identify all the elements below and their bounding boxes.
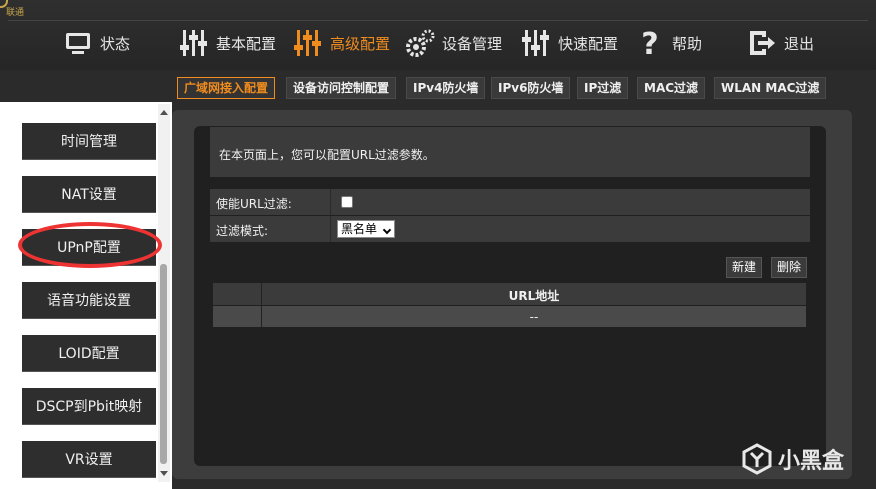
nav-quick-config-label: 快速配置 (558, 34, 619, 53)
scroll-thumb[interactable] (160, 264, 167, 464)
sliders-ad-icon (294, 30, 321, 56)
url-table-header: URL地址 (213, 283, 806, 305)
sidebar-item-vr[interactable]: VR设置 (22, 441, 156, 478)
filter-mode-select[interactable]: 黑名单 (337, 220, 395, 238)
filter-mode-row: 过滤模式: 黑名单 (210, 216, 810, 242)
sidebar-item-upnp[interactable]: UPnP配置 (22, 229, 156, 266)
table-row: -- (213, 306, 806, 327)
nav-quick-config[interactable]: 快速配置 (520, 24, 618, 62)
nav-logout-label: 退出 (784, 34, 815, 53)
nav-help-label: 帮助 (672, 34, 703, 53)
nav-logout[interactable]: 退出 (746, 24, 814, 62)
row-divider (330, 216, 331, 242)
sidebar-item-label: 时间管理 (61, 134, 117, 150)
svg-text:?: ? (641, 27, 658, 59)
sidebar-item-label: 语音功能设置 (47, 293, 131, 309)
tab-ipv4-firewall[interactable]: IPv4防火墙 (406, 77, 486, 99)
delete-button[interactable]: 删除 (771, 257, 808, 278)
tab-wan-access[interactable]: 广域网接入配置 (177, 77, 276, 99)
question-icon: ? (641, 27, 658, 59)
sidebar-item-nat[interactable]: NAT设置 (22, 176, 156, 213)
enable-url-filter-checkbox[interactable] (341, 196, 353, 208)
enable-url-filter-row: 使能URL过滤: (210, 189, 810, 215)
watermark: 小黑盒 (742, 441, 844, 477)
scroll-down-arrow-icon[interactable] (160, 471, 168, 476)
logout-icon (750, 31, 775, 55)
filter-mode-value: 黑名单 (341, 222, 378, 236)
gears-icon (406, 29, 435, 57)
tab-ip-filter[interactable]: IP过滤 (577, 77, 629, 99)
sliders-icon (180, 30, 207, 56)
tab-device-access-control[interactable]: 设备访问控制配置 (286, 77, 397, 99)
enable-url-filter-label: 使能URL过滤: (216, 197, 292, 211)
xiaoheihe-logo-icon (742, 443, 772, 475)
frame-divider (8, 20, 868, 21)
nav-status-label: 状态 (100, 34, 131, 53)
filter-mode-label: 过滤模式: (216, 224, 269, 238)
sidebar-item-loid[interactable]: LOID配置 (22, 335, 156, 372)
new-button[interactable]: 新建 (726, 257, 763, 278)
nav-basic-config-label: 基本配置 (216, 34, 277, 53)
sidebar-item-label: VR设置 (65, 452, 113, 468)
sidebar-item-label: NAT设置 (61, 187, 117, 203)
tab-mac-filter[interactable]: MAC过滤 (637, 77, 706, 99)
monitor-icon (66, 33, 90, 54)
sidebar-scrollbar[interactable] (158, 104, 170, 482)
sidebar-item-time-management[interactable]: 时间管理 (22, 123, 156, 160)
sidebar-item-label: UPnP配置 (57, 240, 121, 256)
sidebar-item-voice[interactable]: 语音功能设置 (22, 282, 156, 319)
sidebar-item-dscp[interactable]: DSCP到Pbit映射 (22, 388, 156, 425)
nav-basic-config[interactable]: 基本配置 (178, 24, 276, 62)
page-description: 在本页面上，您可以配置URL过滤参数。 (210, 127, 810, 177)
scroll-up-arrow-icon[interactable] (160, 110, 168, 115)
nav-device-management[interactable]: 设备管理 (404, 24, 502, 62)
nav-advanced-config-label: 高级配置 (330, 34, 391, 53)
sidebar-item-label: LOID配置 (58, 346, 120, 362)
url-column-header: URL地址 (508, 289, 560, 303)
nav-help[interactable]: ? 帮助 (634, 24, 702, 62)
top-navigation-bar: 联通 状态 基本配置 高级配置 设备管理 快速配置 ? 帮助 退出 (0, 0, 876, 70)
nav-advanced-config[interactable]: 高级配置 (292, 24, 390, 62)
watermark-text: 小黑盒 (778, 449, 845, 474)
url-cell: -- (529, 310, 539, 324)
sidebar-item-label: DSCP到Pbit映射 (35, 399, 143, 415)
nav-status[interactable]: 状态 (62, 24, 130, 62)
row-divider (330, 189, 331, 215)
tab-ipv6-firewall[interactable]: IPv6防火墙 (491, 77, 571, 99)
chevron-down-icon (382, 225, 392, 235)
nav-device-management-label: 设备管理 (442, 34, 503, 53)
tab-wlan-mac-filter[interactable]: WLAN MAC过滤 (714, 77, 827, 99)
brand-logo: 联通 (0, 0, 24, 20)
sliders-icon (522, 30, 549, 56)
